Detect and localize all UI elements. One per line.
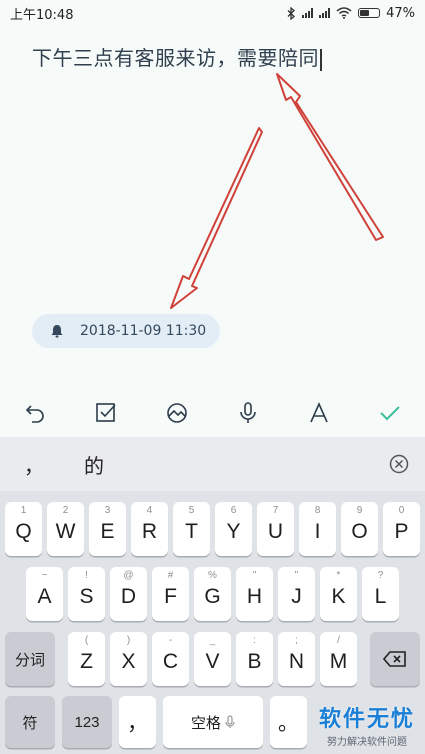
key-t[interactable]: 5T [173, 502, 210, 556]
key-y[interactable]: 6Y [215, 502, 252, 556]
reminder-chip[interactable]: 2018-11-09 11:30 [32, 314, 220, 348]
key-c[interactable]: -C [152, 632, 189, 686]
key-l[interactable]: ? L [362, 567, 399, 621]
status-icons: 47% [287, 6, 415, 21]
battery-percent: 47% [386, 5, 415, 21]
key-h[interactable]: " H [236, 567, 273, 621]
soft-keyboard: 1Q 2W 3E 4R 5T 6Y 7U 8I 9O 0P ~ A ! S @ D #… [0, 491, 425, 754]
checkbox-icon [96, 403, 116, 422]
key-p[interactable]: 0P [383, 502, 420, 556]
key-w[interactable]: 2W [47, 502, 84, 556]
note-text-input[interactable]: 下午三点有客服来访，需要陪同 [32, 42, 322, 71]
key-e[interactable]: 3E [89, 502, 126, 556]
done-button[interactable] [372, 395, 408, 431]
checklist-button[interactable] [88, 395, 124, 431]
signal-icon [319, 8, 331, 18]
candidate-de[interactable]: 的 [84, 450, 104, 479]
key-x[interactable]: ) X [110, 632, 147, 686]
insert-image-button[interactable] [159, 395, 195, 431]
voice-input-button[interactable] [230, 395, 266, 431]
watermark-logo: 软件无忧 努力解决软件问题 [319, 701, 415, 748]
done-check-icon [379, 406, 400, 421]
status-time: 上午10:48 [10, 7, 74, 23]
signal-icon [302, 8, 314, 18]
image-icon [167, 403, 187, 423]
microphone-icon [225, 715, 235, 728]
undo-icon [26, 405, 45, 423]
arrow-to-text [276, 73, 384, 241]
bell-icon [51, 325, 63, 338]
key-z[interactable]: (Z [68, 632, 105, 686]
key-v[interactable]: _ V [194, 632, 231, 686]
text-cursor [320, 48, 322, 71]
candidate-comma[interactable]: ， [24, 450, 44, 479]
battery-icon [358, 8, 381, 18]
symbol-key[interactable]: 符 [5, 696, 55, 748]
key-k[interactable]: * K [320, 567, 357, 621]
key-r[interactable]: 4R [131, 502, 168, 556]
text-format-button[interactable] [301, 395, 337, 431]
arrow-to-reminder [170, 127, 263, 309]
wifi-icon [336, 7, 352, 19]
key-a[interactable]: ~ A [26, 567, 63, 621]
key-u[interactable]: 7U [257, 502, 294, 556]
key-n[interactable]: ; N [278, 632, 315, 686]
number-key[interactable]: 123 [62, 696, 112, 748]
key-q[interactable]: 1Q [5, 502, 42, 556]
bluetooth-icon [287, 6, 296, 20]
key-s[interactable]: ! S [68, 567, 105, 621]
watermark-subtitle: 努力解决软件问题 [326, 737, 407, 748]
key-d[interactable]: @ D [110, 567, 147, 621]
watermark-title: 软件无忧 [318, 707, 415, 732]
period-key[interactable]: 。 [270, 696, 307, 748]
key-j[interactable]: " J [278, 567, 315, 621]
close-circle-icon[interactable] [389, 454, 409, 474]
key-g[interactable]: % G [194, 567, 231, 621]
key-b[interactable]: :B [236, 632, 273, 686]
text-format-icon [309, 402, 328, 423]
status-bar: 上午10:48 47% [0, 0, 425, 26]
backspace-icon [383, 651, 406, 667]
space-key[interactable]: 空格 [163, 696, 263, 748]
reminder-datetime: 2018-11-09 11:30 [80, 323, 207, 339]
editor-toolbar [0, 392, 425, 434]
segment-key[interactable]: 分词 [5, 632, 55, 686]
microphone-icon [240, 402, 256, 423]
candidate-bar: ， 的 [0, 437, 425, 491]
comma-key[interactable]: ， [119, 696, 156, 748]
key-i[interactable]: 8I [299, 502, 336, 556]
backspace-key[interactable] [370, 632, 420, 686]
key-m[interactable]: / M [320, 632, 357, 686]
undo-button[interactable] [17, 395, 53, 431]
key-o[interactable]: 9O [341, 502, 378, 556]
key-f[interactable]: # F [152, 567, 189, 621]
note-text: 下午三点有客服来访，需要陪同 [32, 46, 319, 70]
